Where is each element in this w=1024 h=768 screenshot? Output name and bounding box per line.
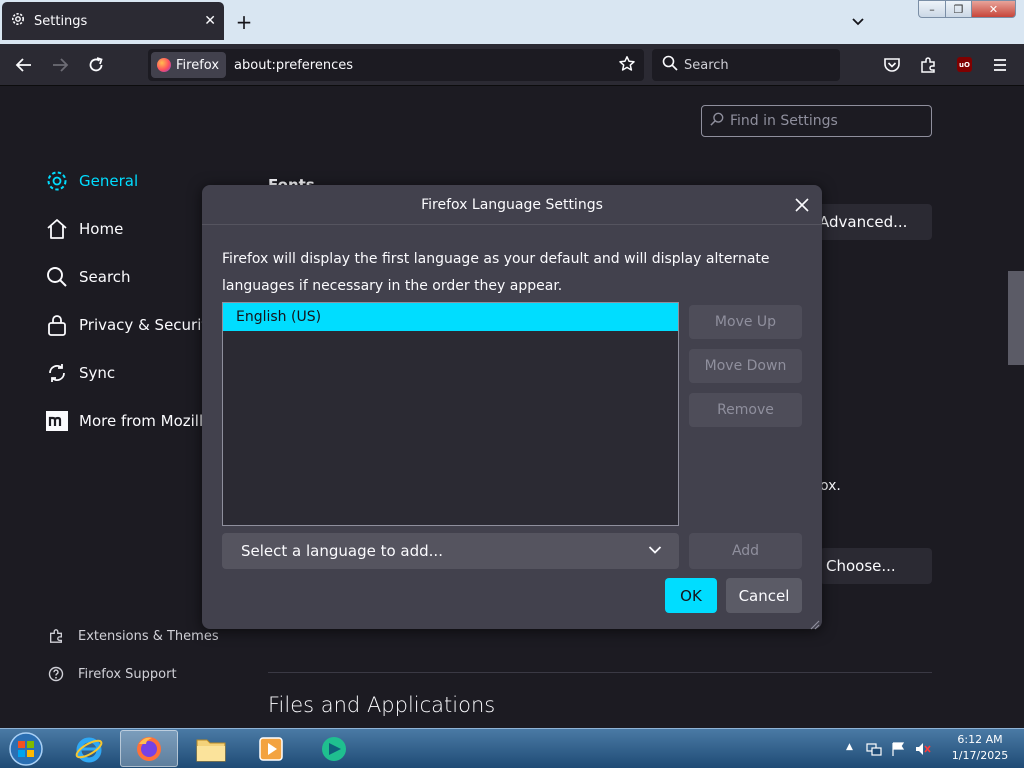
internet-explorer-icon: [75, 737, 103, 762]
language-list[interactable]: English (US): [222, 302, 679, 526]
footer-label: Firefox Support: [78, 666, 177, 682]
sidebar-item-label: Home: [79, 220, 124, 238]
ublock-label: uO: [959, 60, 970, 69]
windows-taskbar: ▲ 6:12 AM 1/17/2025: [0, 728, 1024, 768]
tab-list-chevron-icon[interactable]: [846, 10, 870, 34]
tab-title: Settings: [34, 13, 88, 29]
puzzle-icon: [46, 628, 66, 644]
find-in-settings-placeholder: Find in Settings: [730, 113, 838, 129]
add-language-button[interactable]: Add: [689, 533, 802, 569]
ublock-origin-icon[interactable]: uO: [957, 57, 972, 72]
sidebar-item-more-from-mozilla[interactable]: More from Mozilla: [44, 406, 212, 436]
site-identity-button[interactable]: Firefox: [151, 52, 227, 78]
sidebar-footer-firefox-support[interactable]: Firefox Support: [46, 663, 177, 685]
hamburger-menu-icon[interactable]: [987, 53, 1013, 77]
sidebar-item-label: Privacy & Security: [79, 316, 217, 334]
dialog-title: Firefox Language Settings: [202, 185, 822, 225]
volume-muted-icon[interactable]: [914, 741, 932, 761]
fonts-advanced-button[interactable]: Advanced...: [812, 204, 932, 240]
taskbar-firefox[interactable]: [120, 730, 178, 767]
chevron-down-icon: [647, 542, 663, 562]
forward-arrow-icon[interactable]: [47, 53, 73, 77]
resize-grip-icon[interactable]: [808, 615, 820, 630]
sidebar-item-search[interactable]: Search: [44, 262, 131, 292]
sidebar-item-label: Sync: [79, 364, 116, 382]
pocket-icon[interactable]: [879, 53, 905, 77]
window-maximize-button[interactable]: ❐: [945, 0, 972, 18]
navigation-toolbar: Firefox about:preferences Search: [0, 44, 1024, 86]
tab-settings[interactable]: Settings ✕: [2, 2, 224, 40]
search-icon: [710, 112, 724, 130]
sidebar-item-label: More from Mozilla: [79, 412, 213, 430]
tab-close-icon[interactable]: ✕: [204, 13, 216, 29]
system-tray: ▲ 6:12 AM 1/17/2025: [842, 729, 1024, 768]
page-scrollbar-thumb[interactable]: [1008, 271, 1024, 365]
ok-button[interactable]: OK: [665, 578, 717, 613]
taskbar-media-player[interactable]: [242, 730, 300, 767]
taskbar-clock[interactable]: 6:12 AM 1/17/2025: [942, 732, 1018, 764]
remove-button[interactable]: Remove: [689, 393, 802, 427]
bookmark-star-icon[interactable]: [618, 55, 636, 77]
url-bar[interactable]: Firefox about:preferences: [148, 49, 644, 81]
identity-label: Firefox: [176, 57, 220, 73]
network-icon[interactable]: [866, 741, 882, 761]
sync-icon: [44, 360, 70, 386]
window-minimize-button[interactable]: –: [918, 0, 946, 18]
move-down-button[interactable]: Move Down: [689, 349, 802, 383]
home-icon: [44, 216, 70, 242]
folder-icon: [196, 739, 226, 761]
sidebar-item-home[interactable]: Home: [44, 214, 123, 244]
search-icon: [44, 264, 70, 290]
back-arrow-icon[interactable]: [11, 53, 37, 77]
taskbar-internet-explorer[interactable]: [60, 730, 118, 767]
action-center-flag-icon[interactable]: [890, 741, 906, 761]
move-up-button[interactable]: Move Up: [689, 305, 802, 339]
lock-icon: [44, 312, 70, 338]
language-settings-dialog: Firefox Language Settings Firefox will d…: [202, 185, 822, 630]
window-close-button[interactable]: ✕: [971, 0, 1016, 18]
sidebar-item-label: General: [79, 172, 139, 190]
search-placeholder: Search: [684, 57, 729, 73]
show-hidden-icons-icon[interactable]: ▲: [846, 742, 853, 752]
language-list-item[interactable]: English (US): [223, 303, 678, 331]
footer-label: Extensions & Themes: [78, 628, 219, 644]
help-icon: [46, 666, 66, 682]
sidebar-item-privacy-security[interactable]: Privacy & Security: [44, 310, 216, 340]
cancel-button[interactable]: Cancel: [726, 578, 802, 613]
sidebar-item-sync[interactable]: Sync: [44, 358, 115, 388]
taskbar-app[interactable]: [305, 730, 363, 767]
media-player-icon: [259, 736, 283, 761]
new-tab-button[interactable]: +: [232, 10, 256, 34]
reload-icon[interactable]: [83, 53, 109, 77]
taskbar-file-explorer[interactable]: [182, 730, 240, 767]
firefox-logo-icon: [157, 58, 171, 72]
section-divider: [268, 672, 932, 673]
windows-orb-icon: [9, 732, 43, 766]
language-select-dropdown[interactable]: Select a language to add...: [222, 533, 679, 569]
tab-strip: Settings ✕ + – ❐ ✕: [0, 0, 1024, 44]
search-bar[interactable]: Search: [652, 49, 840, 81]
files-and-applications-heading: Files and Applications: [268, 693, 496, 717]
extensions-puzzle-icon[interactable]: [915, 53, 941, 77]
choose-folder-button[interactable]: Choose...: [820, 548, 932, 584]
find-in-settings-input[interactable]: Find in Settings: [701, 105, 932, 137]
sidebar-item-general[interactable]: General: [44, 166, 138, 196]
dialog-close-icon[interactable]: [790, 193, 814, 217]
sidebar-footer-extensions-themes[interactable]: Extensions & Themes: [46, 625, 219, 647]
firefox-icon: [137, 736, 161, 761]
start-button[interactable]: [4, 730, 48, 768]
mozilla-m-icon: [44, 408, 70, 434]
language-select-placeholder: Select a language to add...: [241, 542, 443, 560]
gear-icon: [10, 11, 26, 31]
gear-icon: [44, 168, 70, 194]
url-text[interactable]: about:preferences: [234, 58, 353, 73]
search-icon: [662, 55, 678, 75]
partial-setting-text: ox.: [820, 478, 841, 494]
teal-app-icon: [322, 736, 346, 761]
clock-date: 1/17/2025: [951, 749, 1009, 762]
dialog-description: Firefox will display the first language …: [222, 251, 770, 294]
sidebar-item-label: Search: [79, 268, 131, 286]
clock-time: 6:12 AM: [957, 733, 1003, 746]
